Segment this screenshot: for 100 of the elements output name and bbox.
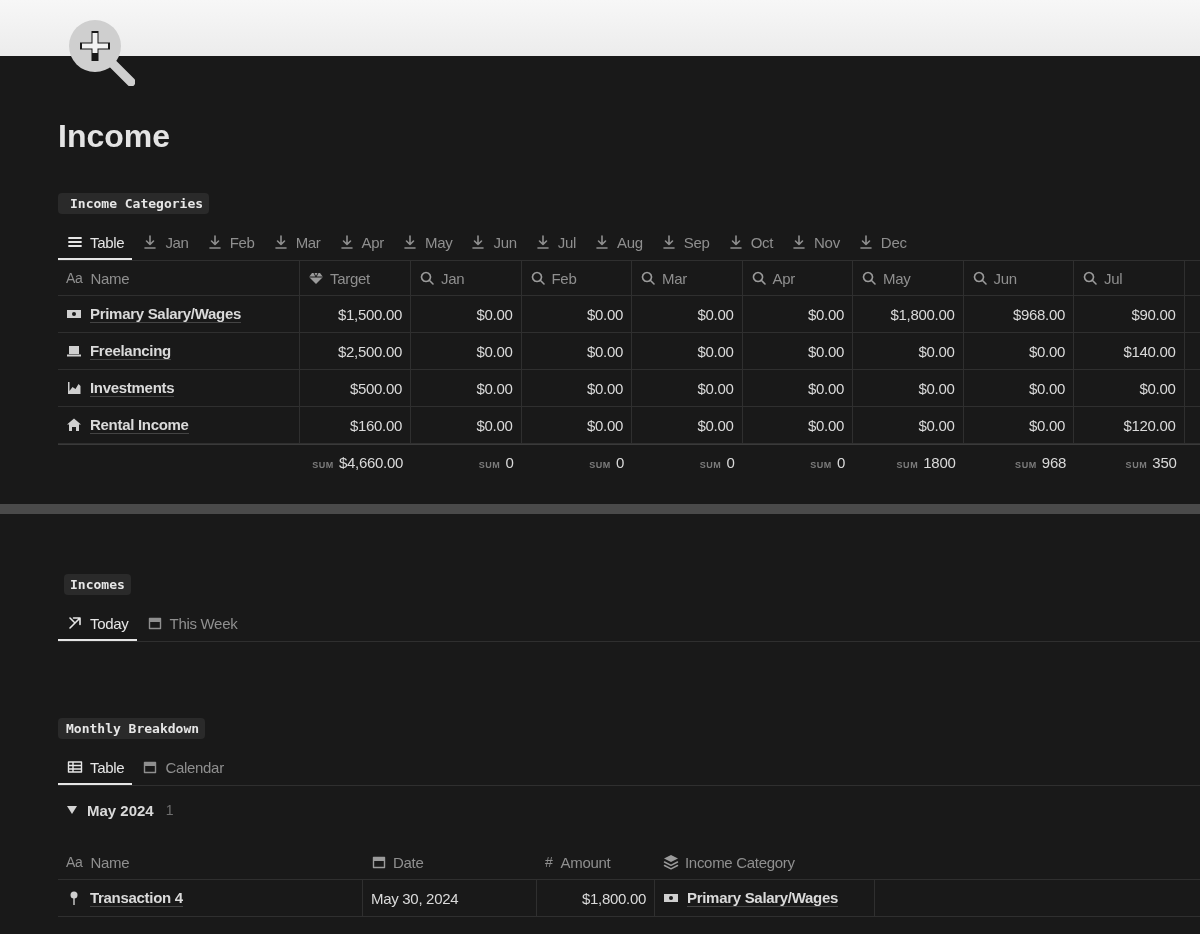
- view-tab[interactable]: Jan: [133, 222, 197, 260]
- download-icon: [727, 234, 744, 250]
- table-cell: $0.00: [411, 407, 522, 444]
- view-tab[interactable]: Table: [58, 747, 133, 785]
- column-header[interactable]: Feb: [521, 261, 632, 296]
- column-header[interactable]: Income Category: [655, 845, 875, 880]
- layers-icon: [663, 854, 679, 870]
- view-tab[interactable]: Jun: [461, 222, 525, 260]
- table-cell: $0.00: [521, 407, 632, 444]
- sum-label: SUM: [1015, 460, 1037, 470]
- table-cell: $0.00: [742, 333, 853, 370]
- row-title-link[interactable]: Transaction 4: [90, 889, 183, 907]
- row-title-link[interactable]: Rental Income: [90, 416, 189, 434]
- sum-label: SUM: [896, 460, 919, 470]
- table-cell: $140.00: [1074, 333, 1185, 370]
- table-cell: $1,800.00: [537, 880, 655, 917]
- view-tab[interactable]: This Week: [137, 603, 246, 641]
- column-header[interactable]: Aa Name: [58, 261, 300, 296]
- house-icon: [66, 417, 82, 433]
- download-icon: [142, 234, 159, 250]
- download-icon: [791, 234, 808, 250]
- table-cell: $0.00: [521, 296, 632, 333]
- area-chart-icon: [66, 380, 82, 396]
- sum-label: SUM: [589, 460, 611, 470]
- sum-value: 0: [615, 454, 624, 471]
- view-tab[interactable]: Mar: [263, 222, 329, 260]
- sum-value: 1800: [923, 454, 956, 471]
- download-icon: [594, 234, 611, 250]
- row-title-link[interactable]: Investments: [90, 379, 175, 397]
- view-tab[interactable]: Sep: [651, 222, 718, 260]
- section-label: Incomes: [64, 574, 131, 595]
- column-header[interactable]: Aa Name: [58, 845, 363, 880]
- download-icon: [402, 234, 418, 250]
- table-cell: $0.00: [632, 296, 743, 333]
- arrow-icon: [67, 615, 83, 631]
- table-cell: $0.00: [853, 407, 964, 444]
- relation-link[interactable]: Primary Salary/Wages: [687, 889, 839, 907]
- table-cell: $0.00: [853, 333, 964, 370]
- search-icon: [861, 270, 877, 286]
- diamond-icon: [308, 270, 324, 286]
- group-title: May 2024: [87, 801, 154, 819]
- search-icon: [1082, 270, 1098, 286]
- table-cell: $90.00: [1074, 296, 1185, 333]
- table-cell: $0.00: [411, 333, 522, 370]
- table-cell: $0.00: [963, 407, 1074, 444]
- column-header[interactable]: Jun: [963, 261, 1074, 296]
- row-title-link[interactable]: Primary Salary/Wages: [90, 305, 242, 323]
- table-cell: $120.00: [1074, 407, 1185, 444]
- view-tab[interactable]: Nov: [782, 222, 848, 260]
- search-icon: [529, 270, 546, 286]
- group-count: 1: [165, 802, 174, 818]
- section-label: Monthly Breakdown: [58, 718, 206, 739]
- table-cell: $0.00: [963, 333, 1074, 370]
- column-header[interactable]: May: [853, 261, 964, 296]
- view-tab[interactable]: Dec: [848, 222, 915, 260]
- table-cell: May 30, 2024: [363, 880, 537, 917]
- calendar-icon: [146, 615, 163, 631]
- column-header[interactable]: Mar: [632, 261, 743, 296]
- download-icon: [534, 234, 551, 250]
- caret-icon[interactable]: [67, 805, 77, 815]
- search-icon: [419, 270, 435, 286]
- sum-label: SUM: [699, 460, 722, 470]
- sum-label: SUM: [1125, 460, 1148, 470]
- row-title-link[interactable]: Freelancing: [90, 342, 171, 360]
- page-title: Income: [58, 117, 172, 156]
- table-cell: $968.00: [963, 296, 1074, 333]
- view-tab[interactable]: Apr: [329, 222, 392, 260]
- table-icon: [67, 759, 83, 775]
- column-header[interactable]: Apr: [742, 261, 853, 296]
- table-cell: $0.00: [521, 333, 632, 370]
- view-tab[interactable]: Aug: [585, 222, 651, 260]
- search-icon: [750, 270, 767, 286]
- view-tab[interactable]: Jul: [525, 222, 585, 260]
- column-header[interactable]: Date: [363, 845, 537, 880]
- section-label: Income Categories: [58, 193, 210, 214]
- sum-value: 968: [1041, 454, 1066, 471]
- view-tab[interactable]: Calendar: [133, 747, 232, 785]
- view-tab[interactable]: Feb: [197, 222, 263, 260]
- column-header[interactable]: Jan: [411, 261, 522, 296]
- table-cell: $0.00: [742, 370, 853, 407]
- zoom-in-icon: [69, 20, 135, 86]
- table-cell: $0.00: [521, 370, 632, 407]
- calendar-icon: [142, 759, 159, 775]
- column-header[interactable]: Jul: [1074, 261, 1185, 296]
- table-cell: $0.00: [1074, 370, 1185, 407]
- sum-value: $4,660.00: [338, 454, 403, 471]
- view-tab[interactable]: May: [393, 222, 461, 260]
- calendar-icon: [371, 854, 387, 870]
- download-icon: [338, 234, 355, 250]
- view-tab[interactable]: Oct: [718, 222, 782, 260]
- view-tab[interactable]: Table: [58, 222, 133, 260]
- sum-label: SUM: [312, 460, 334, 470]
- list-icon: [67, 234, 83, 250]
- table-cell: $500.00: [300, 370, 411, 407]
- table-cell: $0.00: [632, 333, 743, 370]
- column-header[interactable]: # Amount: [537, 845, 655, 880]
- column-header[interactable]: Target: [300, 261, 411, 296]
- search-icon: [640, 270, 656, 286]
- table-cell: $0.00: [853, 370, 964, 407]
- view-tab[interactable]: Today: [58, 603, 137, 641]
